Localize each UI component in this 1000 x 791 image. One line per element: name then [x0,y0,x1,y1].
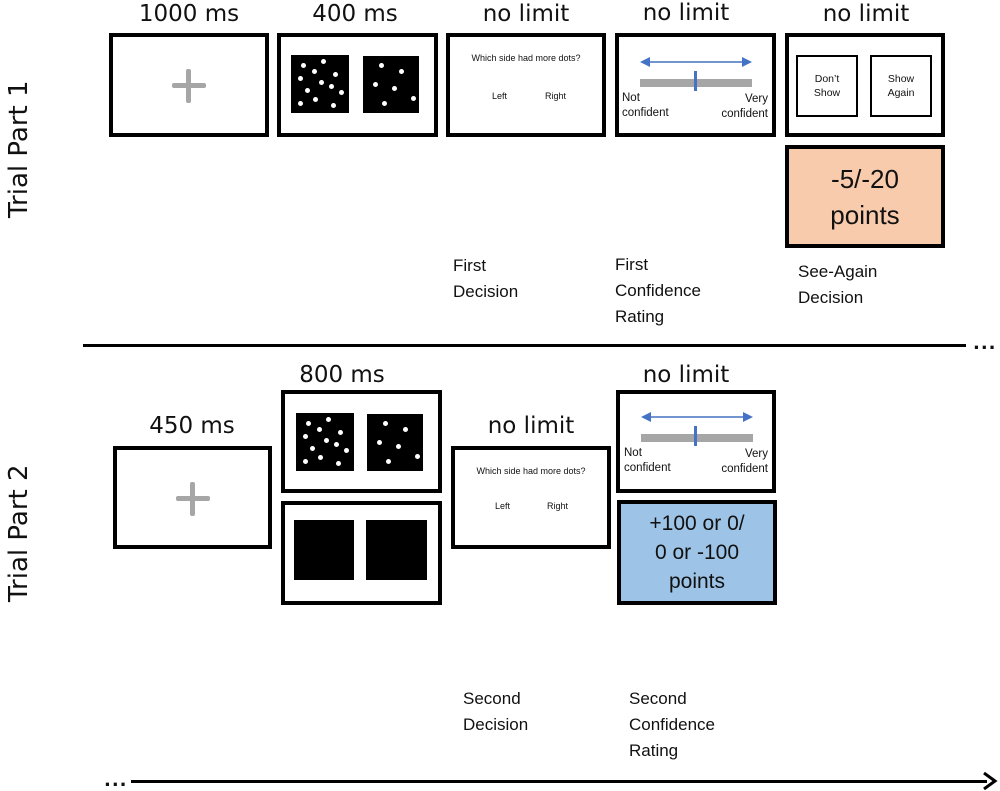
left-dot-field [296,413,354,471]
second-decision-caption: Second Decision [463,689,529,734]
very-confident-label: Very confident [721,448,768,475]
left-dot-field [291,55,349,113]
see-again-screen: Don’t Show Show Again [785,33,945,137]
timing-decision-1: no limit [482,1,570,27]
reward-feedback-box: +100 or 0/0 or -100 points [617,500,777,605]
right-blank-square [366,520,427,580]
right-dot-field [367,414,423,471]
confidence-screen-2: Not confident Very confident [616,390,776,493]
dot-stimulus-screen-1 [277,33,438,137]
timing-confidence-2: no limit [642,362,730,388]
second-confidence-caption: Second Confidence Rating [629,689,716,760]
dot-stimulus-screen-2 [281,390,442,493]
first-confidence-caption: First Confidence Rating [615,255,702,326]
confidence-screen-1: Not confident Very confident [615,33,776,137]
decision-question: Which side had more dots? [471,53,581,63]
trial-part-1-label: Trial Part 1 [4,80,34,218]
not-confident-label: Not confident [622,92,669,119]
right-choice[interactable]: Right [547,501,568,511]
timing-dots-2: 800 ms [299,362,385,388]
decision-question: Which side had more dots? [476,466,586,476]
fixation-screen-1 [109,33,269,137]
decision-screen-2: Which side had more dots? Left Right [451,446,611,549]
timing-fixation-2: 450 ms [149,413,235,439]
timeline-arrowhead-icon [983,772,998,790]
right-choice[interactable]: Right [545,91,566,101]
right-dot-field [363,56,419,113]
not-confident-label: Not confident [624,447,671,474]
fixation-screen-2 [113,446,272,549]
see-again-caption: See-Again Decision [798,262,878,307]
first-decision-caption: First Decision [453,256,519,301]
timing-dots-1: 400 ms [312,1,398,27]
timing-decision-2: no limit [487,413,575,439]
timing-fixation-1: 1000 ms [138,1,240,27]
left-choice[interactable]: Left [492,91,507,101]
dont-show-button[interactable]: Don’t Show [796,55,858,117]
left-blank-square [294,520,354,580]
show-again-button[interactable]: Show Again [870,55,932,117]
timeline-arrow-line [131,780,987,783]
timing-see-again: no limit [822,1,910,27]
timing-confidence-1: no limit [642,0,730,26]
timeline-separator [83,344,966,347]
trial-part-2-label: Trial Part 2 [4,464,34,602]
continuation-ellipsis-right: ... [973,333,997,354]
decision-screen-1: Which side had more dots? Left Right [446,33,606,137]
left-choice[interactable]: Left [495,501,510,511]
continuation-ellipsis-left: ... [104,770,128,791]
blank-stimulus-screen [281,501,442,605]
very-confident-label: Very confident [721,93,768,120]
penalty-feedback-box: -5/-20 points [785,145,945,248]
